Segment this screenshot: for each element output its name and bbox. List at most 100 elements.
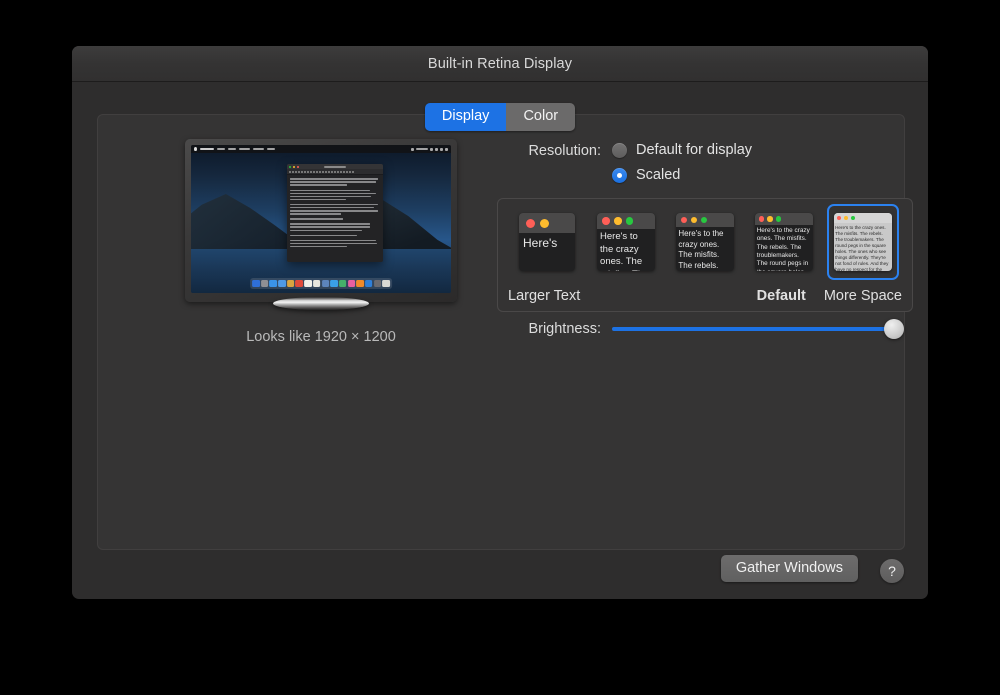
textedit-titlebar — [287, 164, 383, 169]
textedit-toolbar-icon — [325, 171, 327, 173]
scale-preview-text: Here's to the crazy ones. The misfits. T… — [834, 223, 892, 271]
dock-icon — [287, 280, 295, 288]
textedit-toolbar-icon — [346, 171, 348, 173]
brightness-label: Brightness: — [497, 321, 601, 337]
dock-icon — [278, 280, 286, 288]
scale-thumbnail-list: Here's Here's to the crazy ones. The misf… — [498, 207, 912, 277]
textedit-toolbar-icon — [319, 171, 321, 173]
help-button[interactable]: ? — [880, 559, 904, 583]
dock-icon — [313, 280, 321, 288]
scale-preview-window: Here's to the crazy ones. The misfits. T… — [676, 213, 734, 271]
textedit-text-line — [290, 218, 343, 220]
minimize-icon — [844, 216, 849, 221]
textedit-text-line — [290, 246, 347, 248]
scale-preview-window: Here's to the crazy ones. The misfits. T… — [834, 213, 892, 271]
minimize-icon — [293, 166, 295, 168]
monitor-bezel — [185, 139, 457, 302]
scale-label-more-space: More Space — [824, 288, 902, 304]
brightness-track-fill — [612, 327, 900, 331]
gather-windows-button[interactable]: Gather Windows — [721, 555, 858, 582]
textedit-text-line — [290, 223, 370, 225]
preview-menubar — [191, 145, 451, 153]
tab-display[interactable]: Display — [425, 103, 507, 131]
menubar-items — [194, 147, 275, 151]
textedit-text-line — [290, 178, 377, 180]
close-icon — [602, 217, 610, 225]
scale-preview-titlebar — [755, 213, 813, 225]
textedit-title — [324, 166, 346, 168]
resolution-option-scaled[interactable]: Scaled — [612, 167, 752, 183]
scale-option-medium[interactable]: Here's to the crazy ones. The misfits. T… — [672, 207, 738, 277]
display-preview: Looks like 1920 × 1200 — [185, 139, 457, 314]
textedit-text-line — [290, 193, 376, 195]
dock-icon — [304, 280, 312, 288]
close-icon — [837, 216, 842, 221]
window-title: Built-in Retina Display — [428, 56, 572, 72]
minimize-icon — [614, 217, 622, 225]
minimize-icon — [540, 219, 549, 228]
tab-group: Display Color — [425, 103, 575, 131]
textedit-text-line — [290, 230, 362, 232]
textedit-toolbar-icon — [331, 171, 333, 173]
scale-option-larger-text[interactable]: Here's to the crazy ones. The misfits. T… — [593, 207, 659, 277]
monitor-screen — [191, 145, 451, 293]
resolution-option-default[interactable]: Default for display — [612, 142, 752, 158]
textedit-text-line — [290, 199, 346, 201]
dock-icon — [252, 280, 260, 288]
minimize-icon — [691, 217, 698, 224]
scale-preview-text: Here's to the crazy ones. The misfits. T… — [676, 227, 734, 271]
preview-textedit-window — [287, 164, 383, 262]
dock-icon — [382, 280, 390, 288]
menubar-status-icons — [411, 148, 448, 151]
display-preferences-window: Built-in Retina Display Display Color Lo… — [72, 46, 928, 599]
menubar-clock — [416, 148, 428, 150]
dock-icon — [322, 280, 330, 288]
dock-icon — [374, 280, 382, 288]
scale-option-larger-text-most[interactable]: Here's — [514, 207, 580, 277]
menubar-item — [267, 148, 275, 150]
resolution-option-label: Default for display — [636, 142, 752, 158]
textedit-toolbar-icon — [316, 171, 318, 173]
textedit-toolbar-icon — [289, 171, 291, 173]
zoom-icon — [851, 216, 856, 221]
scale-option-default[interactable]: Here's to the crazy ones. The misfits. T… — [751, 207, 817, 277]
radio-button-icon[interactable] — [612, 168, 627, 183]
scaled-resolution-picker: Here's Here's to the crazy ones. The misf… — [497, 198, 913, 312]
textedit-toolbar-icon — [343, 171, 345, 173]
scale-preview-window: Here's to the crazy ones. The misfits. T… — [597, 213, 655, 271]
textedit-toolbar-icon — [337, 171, 339, 173]
scale-preview-window: Here's to the crazy ones. The misfits. T… — [755, 213, 813, 271]
close-icon — [681, 217, 688, 224]
menubar-item — [200, 148, 214, 151]
brightness-knob[interactable] — [884, 319, 904, 339]
textedit-toolbar-icon — [310, 171, 312, 173]
textedit-text-line — [290, 207, 374, 209]
looks-like-caption: Looks like 1920 × 1200 — [185, 329, 457, 345]
menubar-item — [217, 148, 225, 150]
dock-icon — [330, 280, 338, 288]
dock-icon — [356, 280, 364, 288]
dock-icon — [339, 280, 347, 288]
spotlight-icon — [445, 148, 448, 151]
brightness-slider[interactable] — [612, 319, 912, 339]
dock-icon — [348, 280, 356, 288]
textedit-text-line — [290, 204, 378, 206]
scale-preview-titlebar — [519, 213, 575, 233]
menubar-item — [228, 148, 236, 150]
dock-icon — [365, 280, 373, 288]
scale-option-more-space[interactable]: Here's to the crazy ones. The misfits. T… — [830, 207, 896, 277]
close-icon — [297, 166, 299, 168]
control-center-icon — [440, 148, 443, 151]
scale-preview-titlebar — [834, 213, 892, 223]
scale-preview-titlebar — [597, 213, 655, 229]
radio-button-icon[interactable] — [612, 143, 627, 158]
scale-label-default: Default — [757, 288, 806, 304]
textedit-toolbar-icon — [328, 171, 330, 173]
tab-color[interactable]: Color — [506, 103, 575, 131]
apple-logo-icon — [194, 147, 197, 151]
dock-icon — [261, 280, 269, 288]
scale-labels: Larger Text Default More Space — [498, 288, 912, 304]
textedit-toolbar-icon — [307, 171, 309, 173]
resolution-label: Resolution: — [497, 142, 601, 159]
textedit-text-line — [290, 226, 369, 228]
